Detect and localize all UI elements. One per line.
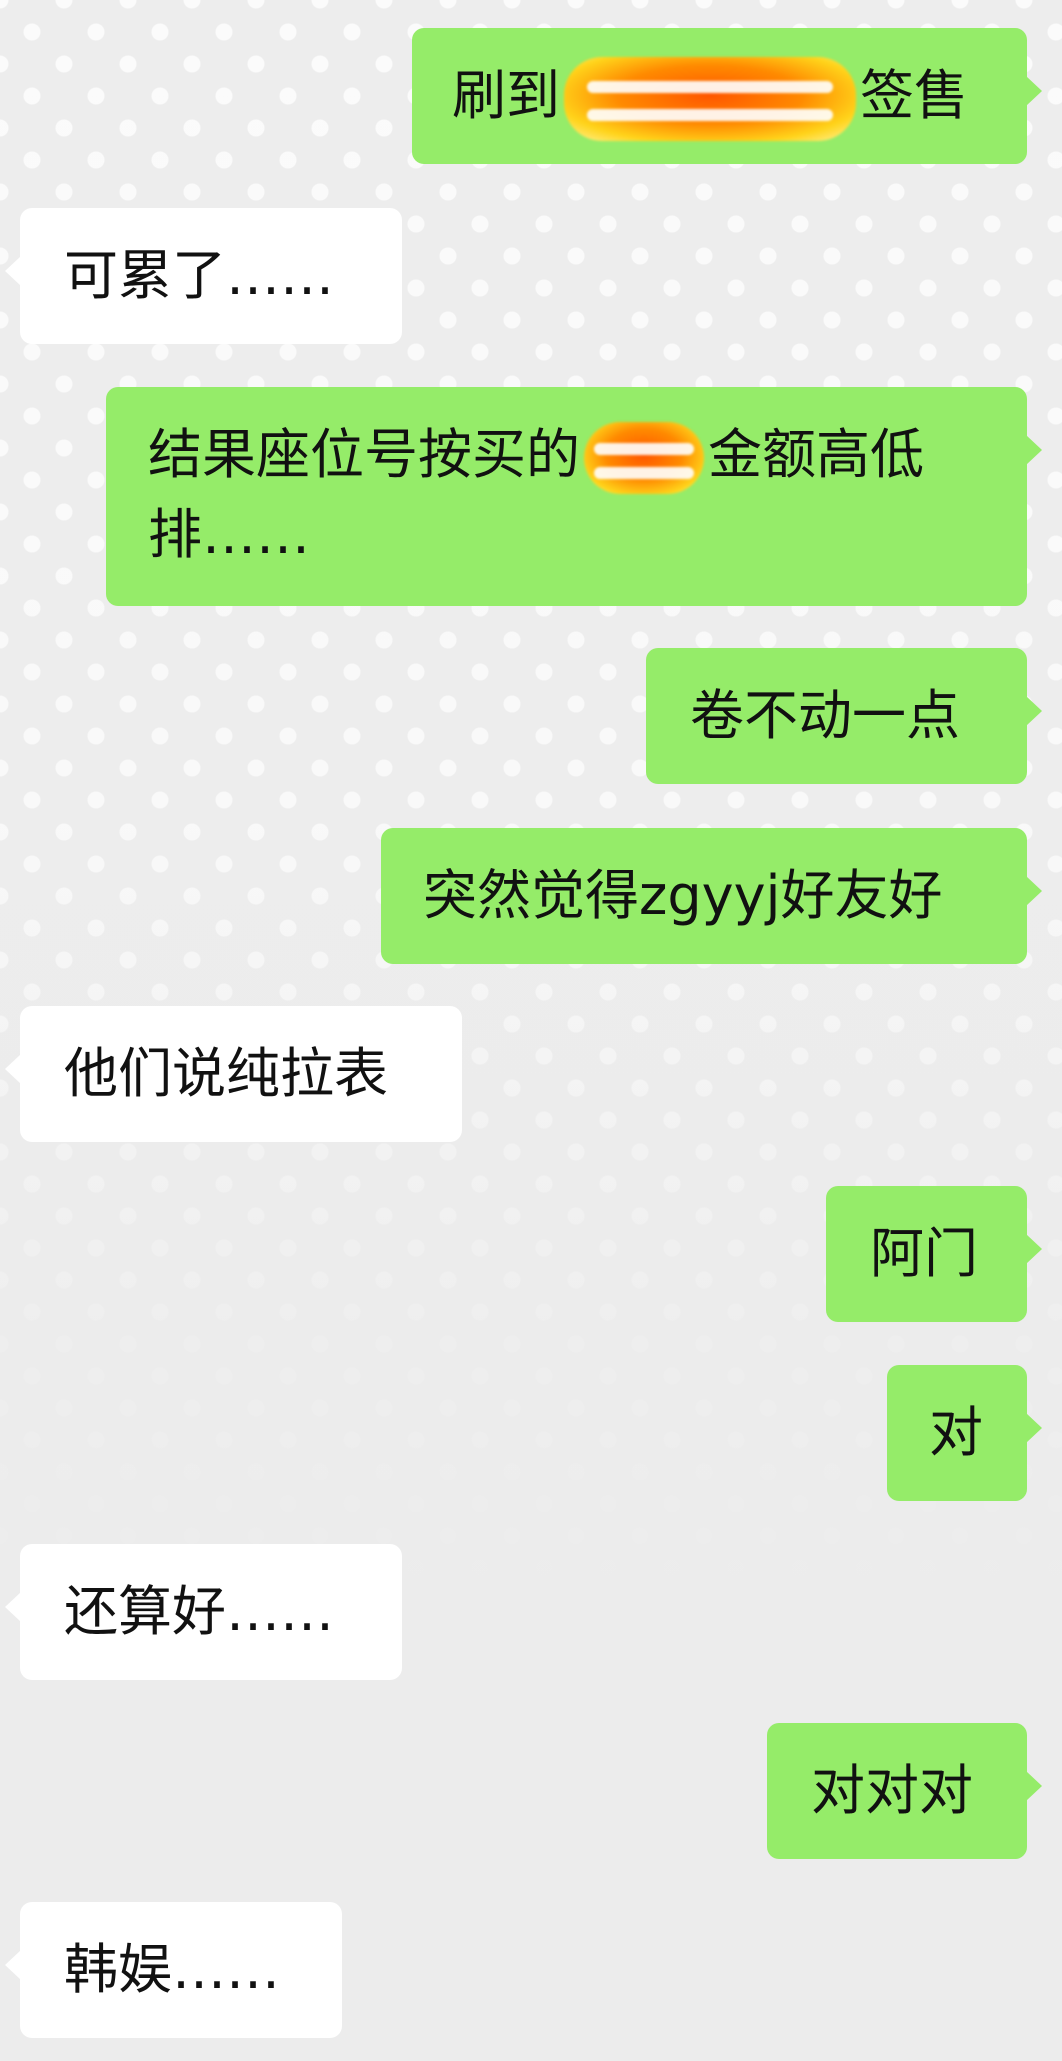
message-text: 阿门 — [870, 1222, 978, 1285]
message-text: 对对对 — [811, 1759, 973, 1822]
message-bubble-outgoing[interactable]: 刷到 签售 — [412, 28, 1042, 164]
blurred-emoji-sticker — [584, 422, 704, 495]
message-text: 卷不动一点 — [690, 684, 960, 747]
message-text: 他们说纯拉表 — [64, 1042, 388, 1105]
message-bubble-incoming[interactable]: 韩娱…… — [5, 1902, 342, 2038]
message-bubble-outgoing[interactable]: 对对对 — [767, 1723, 1042, 1859]
message-bubble-incoming[interactable]: 他们说纯拉表 — [5, 1006, 462, 1142]
message-text-line: 排…… — [148, 503, 310, 566]
message-text: 韩娱…… — [64, 1938, 280, 2001]
blurred-emoji-sticker — [564, 57, 856, 142]
message-bubble-outgoing[interactable]: 突然觉得zgyyj好友好 — [381, 828, 1042, 964]
message-text: 还算好…… — [64, 1580, 334, 1643]
message-bubble-outgoing[interactable]: 对 — [887, 1365, 1042, 1501]
message-bubble-incoming[interactable]: 还算好…… — [5, 1544, 402, 1680]
chat-message-list[interactable]: 刷到 签售 可累了…… 结果座位号按买的 金额高低 排…… 卷不动一点 突然觉得zg… — [0, 0, 1062, 2061]
message-text: 突然觉得zgyyj好友好 — [423, 864, 943, 927]
message-bubble-outgoing[interactable]: 卷不动一点 — [646, 648, 1042, 784]
message-bubble-outgoing[interactable]: 结果座位号按买的 金额高低 排…… — [106, 387, 1042, 606]
message-text: 刷到 签售 — [452, 54, 987, 142]
message-text-line: 结果座位号按买的 金额高低 — [148, 413, 989, 497]
message-bubble-incoming[interactable]: 可累了…… — [5, 208, 402, 344]
message-text: 对 — [929, 1401, 983, 1464]
message-text: 可累了…… — [64, 244, 334, 307]
message-bubble-outgoing[interactable]: 阿门 — [826, 1186, 1042, 1322]
